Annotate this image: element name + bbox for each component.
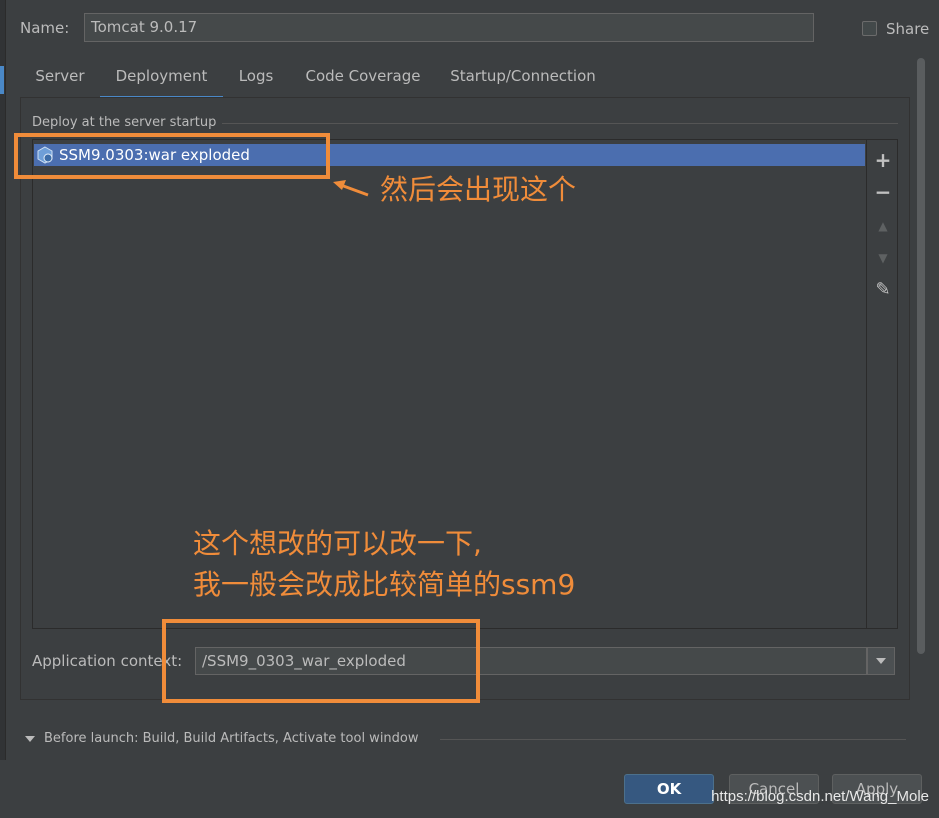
before-launch-row[interactable]: Before launch: Build, Build Artifacts, A… xyxy=(24,731,419,746)
move-down-icon[interactable]: ▼ xyxy=(870,245,896,271)
before-launch-divider xyxy=(440,739,906,740)
name-label: Name: xyxy=(20,19,70,37)
ok-button[interactable]: OK xyxy=(624,774,714,804)
plus-icon[interactable]: + xyxy=(870,147,896,173)
annotation-box-context xyxy=(162,619,480,703)
app-context-label: Application context: xyxy=(32,652,183,670)
tab-startup-connection[interactable]: Startup/Connection xyxy=(446,58,600,96)
left-gutter xyxy=(0,0,6,760)
edit-icon[interactable]: ✎ xyxy=(870,277,896,303)
annotation-note-2-line-2: 我一般会改成比较简单的ssm9 xyxy=(193,568,576,601)
section-divider xyxy=(222,123,898,124)
minus-icon[interactable]: − xyxy=(870,179,896,205)
move-up-icon[interactable]: ▲ xyxy=(870,213,896,239)
annotation-box-artifact xyxy=(14,133,330,179)
scrollbar-thumb[interactable] xyxy=(917,58,925,654)
annotation-note-1: 然后会出现这个 xyxy=(380,173,577,206)
collapse-triangle-icon xyxy=(25,735,35,742)
left-selection-marker xyxy=(0,66,4,94)
watermark: https://blog.csdn.net/Wang_Mole xyxy=(711,788,929,805)
chevron-down-icon xyxy=(876,658,886,664)
annotation-note-2-line-1: 这个想改的可以改一下, xyxy=(193,527,482,560)
tab-deployment[interactable]: Deployment xyxy=(100,58,223,99)
share-checkbox[interactable] xyxy=(862,21,877,36)
name-field[interactable]: Tomcat 9.0.17 xyxy=(84,13,814,42)
tab-logs[interactable]: Logs xyxy=(232,58,280,96)
share-label[interactable]: Share xyxy=(886,20,929,38)
annotation-arrow-icon xyxy=(333,180,369,197)
before-launch-text: Before launch: Build, Build Artifacts, A… xyxy=(44,731,419,746)
deploy-section-title: Deploy at the server startup xyxy=(32,115,217,130)
tab-code-coverage[interactable]: Code Coverage xyxy=(300,58,426,96)
app-context-dropdown[interactable] xyxy=(867,647,895,675)
tab-server[interactable]: Server xyxy=(30,58,90,96)
